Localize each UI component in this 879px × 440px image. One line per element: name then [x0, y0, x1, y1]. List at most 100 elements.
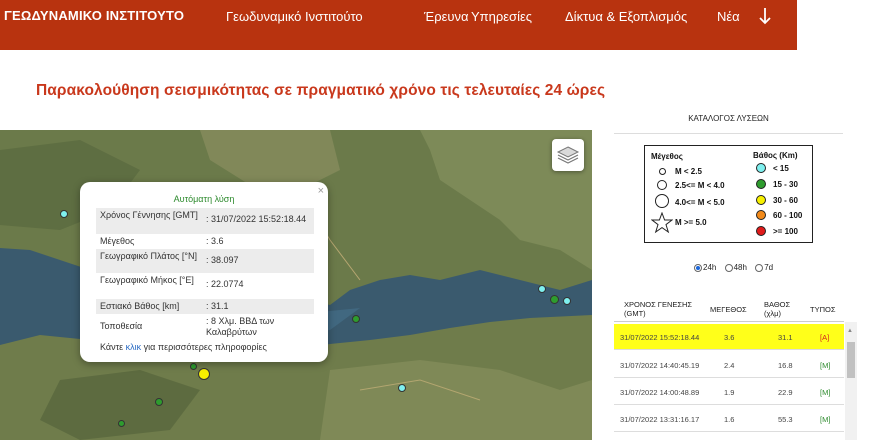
scrollbar-thumb[interactable] — [847, 342, 855, 378]
depth-color-swatch — [756, 210, 766, 220]
popup-title: Αυτόματη λύση — [173, 194, 235, 204]
magnitude-large-circle-icon — [655, 194, 669, 208]
legend-depth-item: 15 - 30 — [773, 180, 798, 189]
popup-row-depth: Εστιακό Βάθος [km] : 31.1 — [96, 299, 314, 314]
popup-row-label: Γεωγραφικό Μήκος [°E] — [100, 275, 194, 285]
epicenter-marker[interactable] — [398, 384, 406, 392]
nav-item-research[interactable]: Έρευνα — [424, 9, 469, 24]
popup-row-magnitude: Μέγεθος : 3.6 — [96, 234, 314, 249]
magnitude-small-circle-icon — [659, 168, 666, 175]
page-title: Παρακολούθηση σεισμικότητας σε πραγματικ… — [36, 82, 606, 99]
epicenter-marker[interactable] — [60, 210, 68, 218]
more-info-link[interactable]: κλικ — [126, 342, 142, 352]
legend-depth-item: 60 - 100 — [773, 211, 803, 220]
epicenter-marker[interactable] — [190, 363, 197, 370]
epicenter-marker[interactable] — [352, 315, 360, 323]
event-magnitude: 1.9 — [724, 388, 735, 397]
depth-color-swatch — [756, 179, 766, 189]
top-navigation-bar: ΓΕΩΔΥΝΑΜΙΚΟ ΙΝΣΤΙΤΟΥΤΟ Γεωδυναμικό Ινστι… — [0, 0, 797, 50]
popup-row-origin-time: Χρόνος Γέννησης [GMT] : 31/07/2022 15:52… — [96, 208, 314, 234]
nav-item-services[interactable]: Υπηρεσίες — [471, 9, 532, 24]
table-scrollbar[interactable]: ▲ — [845, 322, 857, 440]
popup-row-value: : 31/07/2022 15:52:18.44 — [206, 214, 307, 224]
column-header-type: ΤΥΠΟΣ — [810, 305, 836, 314]
map-layers-button[interactable] — [552, 139, 584, 171]
event-magnitude: 2.4 — [724, 361, 735, 370]
more-info-suffix: για περισσότερες πληροφορίες — [141, 342, 267, 352]
popup-row-value: : 38.097 — [206, 255, 239, 265]
popup-row-label: Χρόνος Γέννησης [GMT] — [100, 210, 198, 220]
event-time: 31/07/2022 14:40:45.19 — [620, 361, 700, 370]
table-row[interactable]: 31/07/2022 14:00:48.89 1.9 22.9 [M] — [614, 379, 844, 405]
popup-row-location: Τοποθεσία : 8 Χλμ. ΒΒΔ των Καλαβρύτων — [96, 314, 314, 338]
map-legend: Μέγεθος Βάθος (Km) M < 2.5 2.5<= M < 4.0… — [644, 145, 813, 243]
layers-icon — [556, 146, 580, 164]
legend-magnitude-item: M >= 5.0 — [675, 218, 707, 227]
legend-magnitude-item: 2.5<= M < 4.0 — [675, 181, 725, 190]
legend-depth-item: < 15 — [773, 164, 789, 173]
period-selector: 24h 48h 7d — [688, 263, 773, 272]
event-type: [M] — [820, 388, 831, 397]
period-radio-24h[interactable] — [694, 263, 702, 272]
popup-row-value: : 3.6 — [206, 236, 224, 246]
column-header-depth: ΒΑΘΟΣ (χλμ) — [764, 300, 791, 318]
events-table-header: ΧΡΟΝΟΣ ΓΕΝΕΣΗΣ (GMT) ΜΕΓΕΘΟΣ ΒΑΘΟΣ (χλμ)… — [614, 294, 844, 322]
popup-row-label: Τοποθεσία — [100, 321, 143, 331]
popup-row-value: : 22.0774 — [206, 279, 244, 289]
event-magnitude: 1.6 — [724, 415, 735, 424]
period-radio-48h[interactable] — [724, 263, 733, 272]
more-info-prefix: Κάντε — [100, 342, 126, 352]
popup-row-value: : 8 Χλμ. ΒΒΔ των Καλαβρύτων — [206, 316, 275, 337]
legend-magnitude-title: Μέγεθος — [651, 152, 683, 161]
legend-magnitude-item: M < 2.5 — [675, 167, 702, 176]
epicenter-marker[interactable] — [198, 368, 210, 380]
popup-row-label: Εστιακό Βάθος [km] — [100, 301, 180, 311]
popup-row-longitude: Γεωγραφικό Μήκος [°E] : 22.0774 — [96, 273, 314, 299]
arrow-down-icon[interactable] — [758, 6, 772, 26]
event-type: [A] — [820, 333, 830, 342]
epicenter-marker[interactable] — [538, 285, 546, 293]
column-header-time: ΧΡΟΝΟΣ ΓΕΝΕΣΗΣ (GMT) — [624, 300, 693, 318]
legend-magnitude-item: 4.0<= M < 5.0 — [675, 198, 725, 207]
depth-color-swatch — [756, 195, 766, 205]
epicenter-marker[interactable] — [550, 295, 559, 304]
popup-row-value: : 31.1 — [206, 301, 229, 311]
event-depth: 55.3 — [778, 415, 793, 424]
nav-item-news[interactable]: Νέα — [717, 9, 740, 24]
event-depth: 16.8 — [778, 361, 793, 370]
popup-row-label: Μέγεθος — [100, 236, 135, 246]
nav-item-institute[interactable]: Γεωδυναμικό Ινστιτούτο — [226, 9, 363, 24]
column-header-magnitude: ΜΕΓΕΘΟΣ — [710, 305, 747, 314]
table-row[interactable]: 31/07/2022 13:31:16.17 1.6 55.3 [M] — [614, 406, 844, 432]
period-label[interactable]: 48h — [734, 263, 747, 272]
table-row[interactable]: 31/07/2022 15:52:18.44 3.6 31.1 [A] — [614, 324, 844, 350]
epicenter-marker[interactable] — [155, 398, 163, 406]
depth-color-swatch — [756, 226, 766, 236]
legend-depth-item: 30 - 60 — [773, 196, 798, 205]
popup-row-label: Γεωγραφικό Πλάτος [°N] — [100, 251, 197, 261]
earthquake-info-popup: × Αυτόματη λύση Χρόνος Γέννησης [GMT] : … — [80, 182, 328, 362]
site-logo[interactable]: ΓΕΩΔΥΝΑΜΙΚΟ ΙΝΣΤΙΤΟΥΤΟ — [4, 8, 184, 23]
event-magnitude: 3.6 — [724, 333, 735, 342]
legend-depth-title: Βάθος (Km) — [753, 151, 798, 160]
period-label[interactable]: 7d — [764, 263, 773, 272]
epicenter-marker[interactable] — [563, 297, 571, 305]
event-type: [M] — [820, 361, 831, 370]
nav-item-networks[interactable]: Δίκτυα & Εξοπλισμός — [565, 9, 687, 24]
event-type: [M] — [820, 415, 831, 424]
star-icon — [651, 212, 673, 234]
more-info-text: Κάντε κλικ για περισσότερες πληροφορίες — [100, 342, 267, 352]
period-label[interactable]: 24h — [703, 263, 716, 272]
event-time: 31/07/2022 15:52:18.44 — [620, 333, 700, 342]
scroll-up-icon[interactable]: ▲ — [847, 328, 853, 334]
catalog-title: ΚΑΤΑΛΟΓΟΣ ΛΥΣΕΩΝ — [614, 104, 843, 134]
event-time: 31/07/2022 14:00:48.89 — [620, 388, 700, 397]
period-radio-7d[interactable] — [755, 263, 764, 272]
event-time: 31/07/2022 13:31:16.17 — [620, 415, 700, 424]
table-row[interactable]: 31/07/2022 14:40:45.19 2.4 16.8 [M] — [614, 352, 844, 378]
popup-row-latitude: Γεωγραφικό Πλάτος [°N] : 38.097 — [96, 249, 314, 273]
event-depth: 22.9 — [778, 388, 793, 397]
event-depth: 31.1 — [778, 333, 793, 342]
depth-color-swatch — [756, 163, 766, 173]
epicenter-marker[interactable] — [118, 420, 125, 427]
